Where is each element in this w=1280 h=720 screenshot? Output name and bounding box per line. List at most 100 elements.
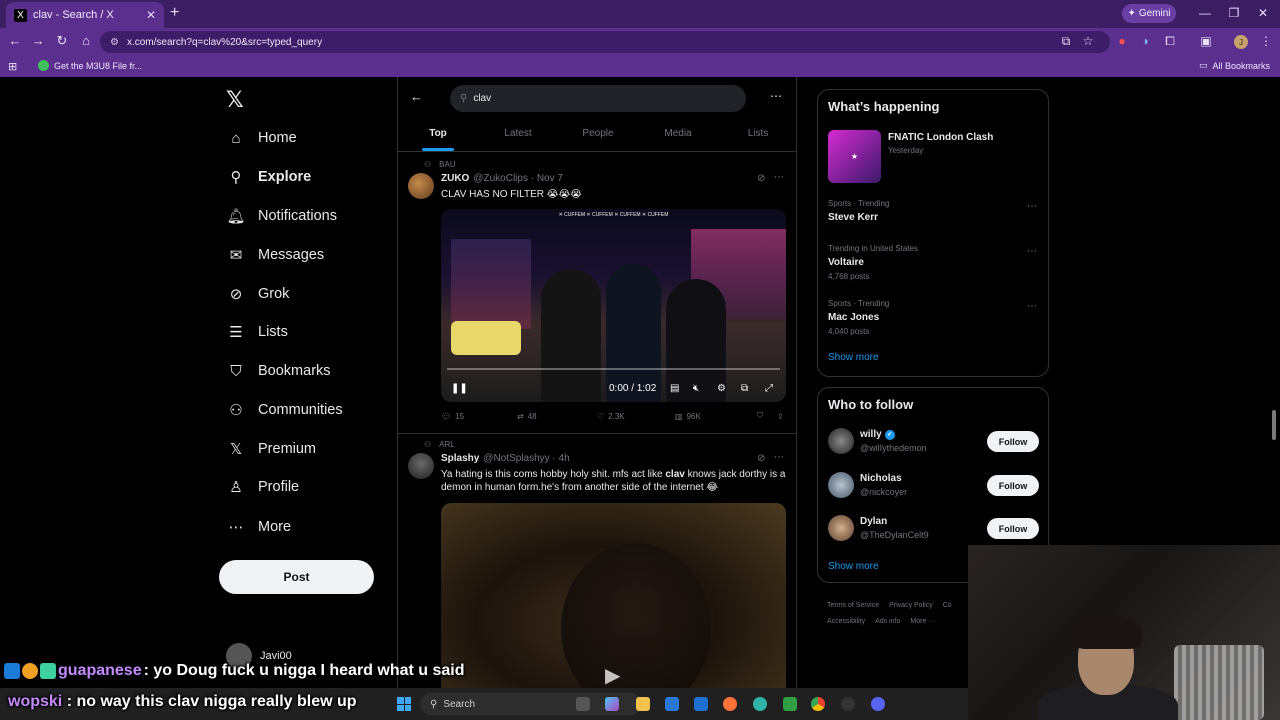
footer-link[interactable]: Accessibility: [827, 618, 865, 625]
close-tab-icon[interactable]: ✕: [146, 8, 156, 22]
pip-icon[interactable]: ⧉: [741, 383, 748, 394]
copilot-icon[interactable]: [605, 697, 619, 711]
apps-grid-icon[interactable]: ⊞: [8, 60, 17, 73]
avatar[interactable]: [408, 173, 434, 199]
nav-item-messages[interactable]: ✉ Messages: [226, 241, 324, 269]
trend-name[interactable]: Mac Jones: [828, 312, 879, 323]
file-explorer-icon[interactable]: [636, 697, 650, 711]
post-button[interactable]: Post: [219, 560, 374, 594]
grok-explain-icon[interactable]: ⊘: [757, 173, 765, 184]
xbox-icon[interactable]: [783, 697, 797, 711]
nav-item-notifications[interactable]: 🔔︎ Notifications: [226, 202, 337, 230]
tweet-more-icon[interactable]: ⋯: [774, 172, 784, 183]
author-handle[interactable]: @ZukoClips · Nov 7: [473, 173, 563, 184]
share-icon[interactable]: ⇪: [777, 411, 784, 421]
repost-button[interactable]: ⇄ 48: [517, 411, 597, 421]
bookmark-tweet-icon[interactable]: ⛉: [757, 411, 777, 421]
avatar[interactable]: [828, 472, 854, 498]
store-icon[interactable]: [665, 697, 679, 711]
close-window-icon[interactable]: ✕: [1256, 6, 1270, 20]
address-bar[interactable]: ⚙ x.com/search?q=clav%20&src=typed_query: [100, 31, 1110, 53]
nav-item-communities[interactable]: ⚇ Communities: [226, 396, 342, 424]
tab-latest[interactable]: Latest: [478, 121, 558, 151]
tab-media[interactable]: Media: [638, 121, 718, 151]
event-thumbnail[interactable]: ★: [828, 130, 881, 183]
edge-icon[interactable]: [753, 697, 767, 711]
follow-suggestion-name[interactable]: Nicholas: [860, 473, 902, 484]
captions-icon[interactable]: ▤: [670, 383, 679, 394]
video-seek-bar[interactable]: [447, 368, 780, 370]
browser-tab[interactable]: X clav - Search / X ✕: [6, 2, 164, 28]
firefox-icon[interactable]: [723, 697, 737, 711]
tab-lists[interactable]: Lists: [718, 121, 796, 151]
back-icon[interactable]: ←: [7, 33, 23, 48]
trend-name[interactable]: Voltaire: [828, 257, 864, 268]
trend-more-icon[interactable]: ⋯: [1027, 201, 1037, 212]
home-browser-icon[interactable]: ⌂: [78, 33, 94, 48]
restore-icon[interactable]: ❐: [1227, 6, 1241, 20]
event-name[interactable]: FNATIC London Clash: [888, 132, 993, 143]
profile-avatar-icon[interactable]: J: [1234, 35, 1248, 49]
reply-button[interactable]: 💬︎ 15: [441, 411, 517, 421]
extension-red-icon[interactable]: ●: [1114, 34, 1130, 48]
all-bookmarks[interactable]: ▭ All Bookmarks: [1199, 60, 1270, 71]
follow-suggestion-name[interactable]: willy ✔: [860, 429, 895, 440]
views-button[interactable]: ▥ 96K: [675, 411, 757, 421]
trend-more-icon[interactable]: ⋯: [1027, 246, 1037, 257]
nav-item-bookmarks[interactable]: ⛉ Bookmarks: [226, 357, 330, 385]
follow-suggestion-name[interactable]: Dylan: [860, 516, 887, 527]
tab-top[interactable]: Top: [398, 121, 478, 151]
more-options-icon[interactable]: ⋯: [770, 89, 782, 103]
extension-blue-icon[interactable]: ◑: [1137, 34, 1153, 48]
minimize-icon[interactable]: —: [1198, 6, 1212, 20]
play-icon[interactable]: ▶: [605, 663, 620, 688]
obs-icon[interactable]: [841, 697, 855, 711]
chrome-icon[interactable]: [811, 697, 825, 711]
nav-item-grok[interactable]: ⊘ Grok: [226, 280, 290, 308]
forward-icon[interactable]: →: [30, 33, 46, 48]
tab-people[interactable]: People: [558, 121, 638, 151]
reload-icon[interactable]: ↻: [54, 33, 70, 49]
bookmark-star-icon[interactable]: ☆: [1080, 34, 1096, 48]
task-view-icon[interactable]: [576, 697, 590, 711]
follow-button[interactable]: Follow: [987, 431, 1039, 452]
nav-item-explore[interactable]: ⚲ Explore: [226, 163, 312, 191]
grok-explain-icon[interactable]: ⊘: [757, 453, 765, 464]
page-scrollbar[interactable]: [1272, 410, 1276, 440]
footer-link[interactable]: Terms of Service: [827, 602, 879, 609]
nav-item-home[interactable]: ⌂ Home: [226, 124, 296, 152]
nav-item-profile[interactable]: ♙ Profile: [226, 473, 299, 501]
footer-link[interactable]: Ads info: [875, 618, 900, 625]
gemini-button[interactable]: ✦ Gemini: [1122, 4, 1176, 23]
back-arrow-icon[interactable]: ←: [410, 89, 423, 104]
extensions-puzzle-icon[interactable]: ⧠: [1162, 34, 1178, 49]
search-input[interactable]: ⚲ clav: [450, 85, 746, 112]
browser-menu-icon[interactable]: ⋮: [1258, 34, 1274, 48]
tweet-video[interactable]: ▶: [441, 503, 786, 703]
tweet-more-icon[interactable]: ⋯: [774, 452, 784, 463]
footer-link[interactable]: Co: [943, 602, 952, 609]
nav-item-premium[interactable]: 𝕏 Premium: [226, 435, 316, 463]
side-panel-icon[interactable]: ▣: [1198, 34, 1214, 48]
new-tab-button[interactable]: +: [170, 5, 184, 21]
site-info-icon[interactable]: ⚙: [110, 37, 119, 48]
fullscreen-icon[interactable]: ⤢: [765, 383, 773, 394]
nav-item-lists[interactable]: ☰ Lists: [226, 318, 288, 346]
avatar[interactable]: [828, 515, 854, 541]
tweet[interactable]: ⚇ BAU ZUKO @ZukoClips · Nov 7 ⊘ ⋯ CLAV H…: [398, 155, 796, 433]
avatar[interactable]: [408, 453, 434, 479]
install-app-icon[interactable]: ⧉: [1058, 34, 1074, 49]
windows-start-icon[interactable]: [397, 697, 411, 711]
avatar[interactable]: [828, 428, 854, 454]
discord-icon[interactable]: [871, 697, 885, 711]
footer-link[interactable]: More ···: [910, 618, 935, 625]
settings-icon[interactable]: ⚙: [717, 383, 726, 394]
follow-button[interactable]: Follow: [987, 475, 1039, 496]
show-more-link[interactable]: Show more: [828, 561, 879, 572]
follow-button[interactable]: Follow: [987, 518, 1039, 539]
author-name[interactable]: Splashy: [441, 453, 479, 464]
nav-item-more[interactable]: ⋯ More: [226, 513, 292, 541]
trend-more-icon[interactable]: ⋯: [1027, 301, 1037, 312]
show-more-link[interactable]: Show more: [828, 352, 879, 363]
tweet-video[interactable]: ✕ CUFFEM ✕ CUFFEM ✕ CUFFEM ✕ CUFFEM ❚❚ 0…: [441, 209, 786, 402]
